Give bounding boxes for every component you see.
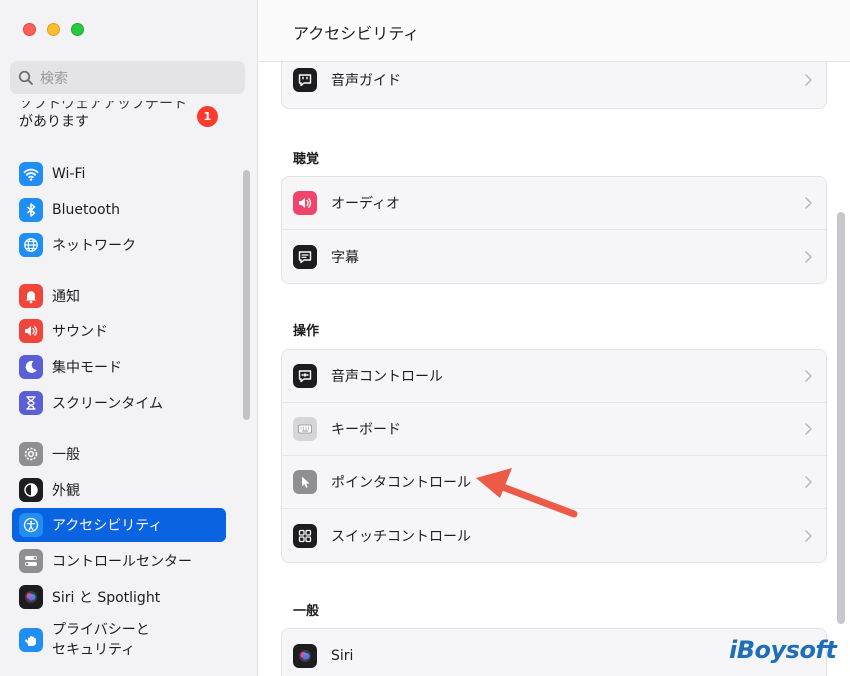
hand-icon [19,628,43,652]
chevron-right-icon [805,476,812,488]
voice-control-icon [293,364,317,388]
page-title: アクセシビリティ [293,24,420,43]
sidebar-item-label: Siri と Spotlight [52,590,161,606]
search-input[interactable]: 検索 [10,61,245,94]
search-icon [18,70,33,85]
sidebar-item-label: Wi-Fi [52,166,86,182]
accessibility-icon [19,513,43,537]
chevron-right-icon [805,197,812,209]
update-notice-line: があります [19,114,89,130]
voiceover-icon [293,68,317,92]
hourglass-icon [19,391,43,415]
sidebar-item-label: ネットワーク [52,238,136,254]
sidebar-item-network[interactable]: ネットワーク [12,228,226,262]
row-label: 音声コントロール [331,369,443,385]
sidebar-item-appearance[interactable]: 外観 [12,473,226,507]
sidebar-item-notifications[interactable]: 通知 [12,279,226,313]
row-label: 音声ガイド [331,73,401,89]
row-label: Siri [331,647,354,664]
sidebar-item-label: コントロールセンター [52,554,192,570]
main-scrollbar[interactable] [837,212,845,624]
row-voice-control[interactable]: 音声コントロール [282,350,826,403]
section-heading-hearing: 聴覚 [293,152,320,167]
sidebar-item-siri-spotlight[interactable]: Siri と Spotlight [12,580,226,614]
globe-icon [19,233,43,257]
update-notice-partial-line: ソフトウェアアップデート [19,101,187,112]
software-update-notice[interactable]: ソフトウェアアップデート があります [19,101,199,132]
row-voiceover[interactable]: 音声ガイド [282,62,826,103]
row-label: ポインタコントロール [331,475,471,491]
sidebar-item-label: Bluetooth [52,202,120,218]
watermark-logo: iBoysoft [729,636,837,664]
sidebar-item-label: 集中モード [52,360,122,376]
section-heading-motor: 操作 [293,324,320,339]
siri-icon [293,643,317,668]
sidebar-item-privacy-security[interactable]: プライバシーと セキュリティ [12,618,226,662]
bell-icon [19,284,43,308]
row-label: スイッチコントロール [331,528,471,545]
sidebar-item-control-center[interactable]: コントロールセンター [12,544,226,578]
row-pointer-control[interactable]: ポインタコントロール [282,456,826,509]
update-badge: 1 [197,106,218,127]
settings-window: 検索 ソフトウェアアップデート があります 1 Wi-Fi Bluetooth [0,0,850,676]
row-switch-control[interactable]: スイッチコントロール [282,509,826,562]
sidebar-item-label: サウンド [52,324,108,340]
chevron-right-icon [805,529,812,542]
chevron-right-icon [805,423,812,435]
pointer-icon [293,470,317,494]
switch-control-icon [293,523,317,548]
sidebar-item-general[interactable]: 一般 [12,437,226,471]
titlebar: アクセシビリティ [259,0,850,62]
sidebar-item-label: アクセシビリティ [52,518,163,534]
toggles-icon [19,549,43,573]
appearance-icon [19,478,43,502]
siri-icon [19,585,43,609]
main-content: アクセシビリティ 音声ガイド 聴覚 オーディオ 字幕 操作 音声コントロール キ… [259,0,850,676]
minimize-window-button[interactable] [47,23,60,36]
wifi-icon [19,162,43,186]
speaker-icon [19,319,43,343]
captions-icon [293,244,317,269]
sidebar-item-sound[interactable]: サウンド [12,314,226,348]
search-placeholder: 検索 [40,70,68,87]
settings-group-vision: 音声ガイド [281,62,827,109]
gear-icon [19,442,43,466]
sidebar-item-label-line: プライバシーと [52,622,150,638]
row-captions[interactable]: 字幕 [282,230,826,283]
close-window-button[interactable] [23,23,36,36]
settings-group-motor: 音声コントロール キーボード ポインタコントロール スイッチコントロール [281,349,827,563]
sidebar-item-label: 外観 [52,483,80,499]
audio-icon [293,191,317,215]
row-label: オーディオ [331,196,401,212]
sidebar-item-label: プライバシーと セキュリティ [52,620,150,660]
row-keyboard[interactable]: キーボード [282,403,826,456]
sidebar-item-label: 一般 [52,447,80,463]
sidebar-item-label-line: セキュリティ [52,642,136,658]
row-label: 字幕 [331,249,359,266]
sidebar-item-accessibility[interactable]: アクセシビリティ [12,508,226,542]
chevron-right-icon [805,370,812,382]
keyboard-icon [293,417,317,441]
sidebar-scrollbar[interactable] [243,170,250,420]
settings-group-hearing: オーディオ 字幕 [281,176,827,284]
sidebar-item-focus[interactable]: 集中モード [12,350,226,384]
chevron-right-icon [805,74,812,86]
row-audio[interactable]: オーディオ [282,177,826,230]
sidebar-item-wifi[interactable]: Wi-Fi [12,157,226,191]
sidebar: 検索 ソフトウェアアップデート があります 1 Wi-Fi Bluetooth [0,0,258,676]
chevron-right-icon [805,250,812,263]
sidebar-item-bluetooth[interactable]: Bluetooth [12,193,226,227]
row-label: キーボード [331,422,401,438]
moon-icon [19,355,43,379]
zoom-window-button[interactable] [71,23,84,36]
section-heading-general: 一般 [293,604,320,619]
bluetooth-icon [19,198,43,222]
sidebar-item-screen-time[interactable]: スクリーンタイム [12,386,226,420]
sidebar-item-label: スクリーンタイム [52,396,164,412]
sidebar-item-label: 通知 [52,289,80,305]
